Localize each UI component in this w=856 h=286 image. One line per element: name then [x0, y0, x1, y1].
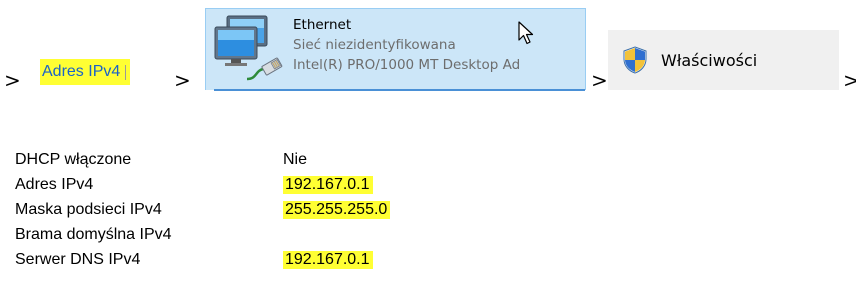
adapter-status: Sieć niezidentyfikowana: [293, 37, 456, 53]
details-value: 255.255.255.0: [283, 201, 391, 219]
ethernet-adapter-text: Ethernet Sieć niezidentyfikowana Intel(R…: [293, 15, 520, 75]
network-computers-icon: [214, 15, 283, 81]
ethernet-adapter-tile[interactable]: Ethernet Sieć niezidentyfikowana Intel(R…: [205, 8, 586, 91]
details-row-dhcp: DHCP włączone Nie: [15, 149, 575, 174]
properties-label: Właściwości: [661, 50, 758, 70]
adapter-device: Intel(R) PRO/1000 MT Desktop Ad: [293, 57, 521, 73]
adapter-name: Ethernet: [293, 17, 352, 33]
details-row-dns-server: Serwer DNS IPv4 192.167.0.1: [15, 249, 575, 274]
details-label: Serwer DNS IPv4: [15, 251, 141, 268]
connection-details-list: DHCP włączone Nie Adres IPv4 192.167.0.1…: [15, 149, 575, 274]
uac-shield-icon: [623, 46, 647, 74]
details-label: Brama domyślna IPv4: [15, 226, 172, 243]
details-label: Maska podsieci IPv4: [15, 201, 162, 218]
details-value: Nie: [283, 151, 308, 168]
adres-ipv4-label: Adres IPv4: [42, 63, 121, 80]
details-label: Adres IPv4: [15, 176, 94, 193]
breadcrumb-separator: >: [591, 68, 608, 92]
breadcrumb-separator: >: [4, 68, 21, 92]
properties-button[interactable]: Właściwości: [608, 30, 839, 90]
details-value: 192.167.0.1: [283, 176, 373, 194]
details-row-default-gateway: Brama domyślna IPv4: [15, 224, 575, 249]
text-caret: [125, 64, 127, 80]
selection-underline: [214, 89, 585, 91]
details-row-ipv4-address: Adres IPv4 192.167.0.1: [15, 174, 575, 199]
mouse-pointer-icon: [518, 21, 534, 45]
details-label: DHCP włączone: [15, 151, 132, 168]
details-row-subnet-mask: Maska podsieci IPv4 255.255.255.0: [15, 199, 575, 224]
adres-ipv4-field-snippet[interactable]: Adres IPv4: [40, 59, 131, 85]
breadcrumb-separator: >: [843, 68, 856, 92]
details-value: 192.167.0.1: [283, 251, 373, 269]
breadcrumb-separator: >: [174, 68, 191, 92]
